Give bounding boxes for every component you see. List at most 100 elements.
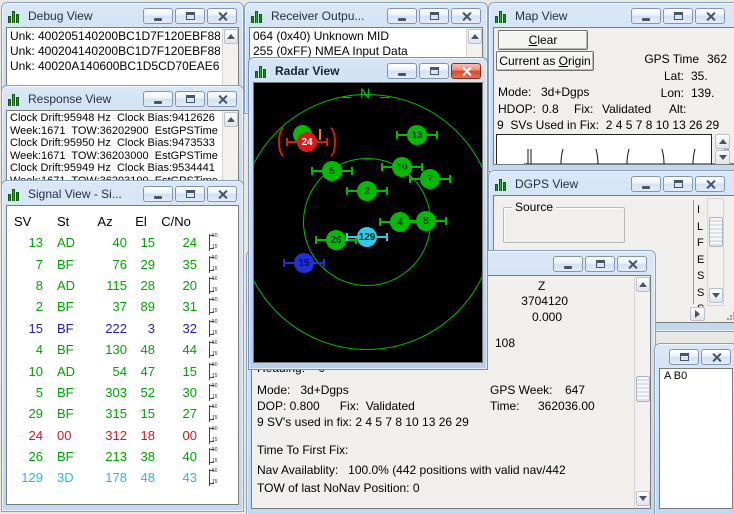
minimize-button[interactable] <box>143 8 173 24</box>
titlebar-dgps[interactable]: DGPS View <box>493 173 734 195</box>
maximize-button[interactable] <box>175 8 205 24</box>
window-radar-view: Radar View N 24 13 5 10 7 2 4 8 26 129 15 <box>248 57 488 370</box>
list-line: Clock Drift:95949 Hz Clock Bias:9534441 <box>10 162 215 174</box>
signal-row-sv-10[interactable]: 10 AD 54 47 15 50 15 <box>7 360 238 381</box>
close-button[interactable] <box>207 186 237 202</box>
minimize-button[interactable] <box>553 256 583 272</box>
hex-output-list[interactable]: A B0 <box>659 368 733 509</box>
scroll-down-button[interactable] <box>635 491 650 506</box>
response-scrollbar[interactable] <box>222 111 238 181</box>
lon-value: 139. <box>691 86 715 100</box>
app-bars-icon <box>495 178 510 191</box>
signal-row-sv-13[interactable]: 13 AD 40 15 24 50 15 <box>7 232 238 253</box>
cell-az: 312 <box>105 427 127 443</box>
minimize-button[interactable] <box>143 186 173 202</box>
titlebar-debug[interactable]: Debug View <box>6 5 239 27</box>
window-title: Map View <box>515 9 568 23</box>
scroll-right-button[interactable] <box>690 307 705 321</box>
scroll-up-button[interactable] <box>635 277 650 292</box>
satellite-bar-tick-icon <box>381 163 383 171</box>
signal-row-sv-26[interactable]: 26 BF 213 38 40 50 15 <box>7 446 238 467</box>
maximize-button[interactable] <box>419 63 449 79</box>
minimize-button[interactable] <box>631 176 661 192</box>
list-line: Unk: 400205140200BC1D7F120EBF8885 <box>10 29 220 43</box>
minimize-button[interactable] <box>387 8 417 24</box>
response-message-list[interactable]: Clock Drift:95948 Hz Clock Bias:9412626 W… <box>6 110 239 182</box>
close-button[interactable] <box>701 349 731 365</box>
cell-st: BF <box>57 342 74 358</box>
close-button[interactable] <box>207 91 237 107</box>
signal-scale-icon: 50 15 <box>209 319 223 337</box>
maximize-button[interactable] <box>175 91 205 107</box>
minimize-button[interactable] <box>631 8 661 24</box>
scrollbar-thumb[interactable] <box>709 217 723 247</box>
cell-el: 48 <box>140 470 155 486</box>
signal-scale-icon: 50 15 <box>209 276 223 294</box>
radar-plot[interactable]: N 24 13 5 10 7 2 4 8 26 129 15 <box>253 82 483 363</box>
signal-row-sv-29[interactable]: 29 BF 315 15 27 50 15 <box>7 403 238 424</box>
cell-st: BF <box>57 384 74 400</box>
ttff-line: Time To First Fix: <box>257 443 349 457</box>
map-scroll-down-button[interactable] <box>715 150 730 164</box>
arrow-up-icon <box>718 139 727 144</box>
current-as-origin-button[interactable]: Current as Origin <box>496 51 594 71</box>
scroll-up-button[interactable] <box>467 29 482 44</box>
titlebar-map[interactable]: Map View <box>493 5 734 27</box>
signal-table[interactable]: SV St Az El C/No 13 AD 40 15 24 50 15 7 BF 76 29 35… <box>6 205 239 505</box>
maximize-button[interactable] <box>585 256 615 272</box>
signal-row-sv-8[interactable]: 8 AD 115 28 20 50 15 <box>7 275 238 296</box>
signal-row-sv-129[interactable]: 129 3D 178 48 43 50 15 <box>7 467 238 488</box>
titlebar-hex[interactable] <box>659 346 733 368</box>
scroll-up-button[interactable] <box>223 112 238 127</box>
maximize-button[interactable] <box>669 349 699 365</box>
signal-row-sv-24[interactable]: 24 00 312 18 00 50 15 <box>7 425 238 446</box>
minimize-button[interactable] <box>143 91 173 107</box>
fix-value: Validated <box>602 102 652 116</box>
titlebar-signal[interactable]: Signal View - Si... <box>6 183 239 205</box>
dgps-vertical-scrollbar[interactable] <box>707 198 724 306</box>
cell-sv: 13 <box>28 235 43 251</box>
cell-sv: 10 <box>28 363 43 379</box>
signal-row-sv-4[interactable]: 4 BF 130 48 44 50 15 <box>7 339 238 360</box>
maximize-icon <box>185 95 195 103</box>
cell-cno: 43 <box>182 470 197 486</box>
minimize-button[interactable] <box>387 63 417 79</box>
close-button[interactable] <box>617 256 647 272</box>
clear-button[interactable]: Clear <box>498 30 588 50</box>
close-button[interactable] <box>207 8 237 24</box>
maximize-button[interactable] <box>175 186 205 202</box>
close-button[interactable] <box>695 8 725 24</box>
maximize-button[interactable] <box>663 176 693 192</box>
satellite-bar-tick-icon <box>351 167 353 175</box>
minimize-icon <box>398 18 406 21</box>
dop-fix-line: DOP: 0.800 Fix: Validated <box>257 399 415 413</box>
satellite-id-badge: 15 <box>294 253 314 273</box>
map-scroll-up-button[interactable] <box>715 134 730 149</box>
titlebar-radar[interactable]: Radar View <box>253 60 483 82</box>
satellite-bar-tick-icon <box>445 217 447 225</box>
cell-cno: 30 <box>182 384 197 400</box>
satellite-bar-tick-icon <box>436 131 438 139</box>
resize-grip[interactable] <box>726 311 734 321</box>
list-line: Clock Drift:95948 Hz Clock Bias:9412626 <box>10 112 215 124</box>
signal-row-sv-5[interactable]: 5 BF 303 52 30 50 15 <box>7 382 238 403</box>
close-button[interactable] <box>451 63 481 79</box>
maximize-button[interactable] <box>419 8 449 24</box>
scrollbar-thumb[interactable] <box>636 376 650 402</box>
titlebar-response[interactable]: Response View <box>6 88 239 110</box>
map-plot-area[interactable] <box>496 134 734 164</box>
scroll-up-button[interactable] <box>223 29 238 44</box>
satellite-bar-tick-icon <box>311 167 313 175</box>
maximize-icon <box>185 12 195 20</box>
scroll-down-button[interactable] <box>708 288 723 303</box>
maximize-button[interactable] <box>663 8 693 24</box>
cell-st: AD <box>57 277 76 293</box>
signal-row-sv-15[interactable]: 15 BF 222 3 32 50 15 <box>7 318 238 339</box>
cell-sv: 4 <box>35 342 43 358</box>
close-button[interactable] <box>451 8 481 24</box>
nav-vertical-scrollbar[interactable] <box>634 276 650 508</box>
titlebar-receiver[interactable]: Receiver Outpu... <box>249 5 483 27</box>
signal-row-sv-2[interactable]: 2 BF 37 89 31 50 15 <box>7 296 238 317</box>
close-button[interactable] <box>695 176 725 192</box>
signal-row-sv-7[interactable]: 7 BF 76 29 35 50 15 <box>7 253 238 274</box>
